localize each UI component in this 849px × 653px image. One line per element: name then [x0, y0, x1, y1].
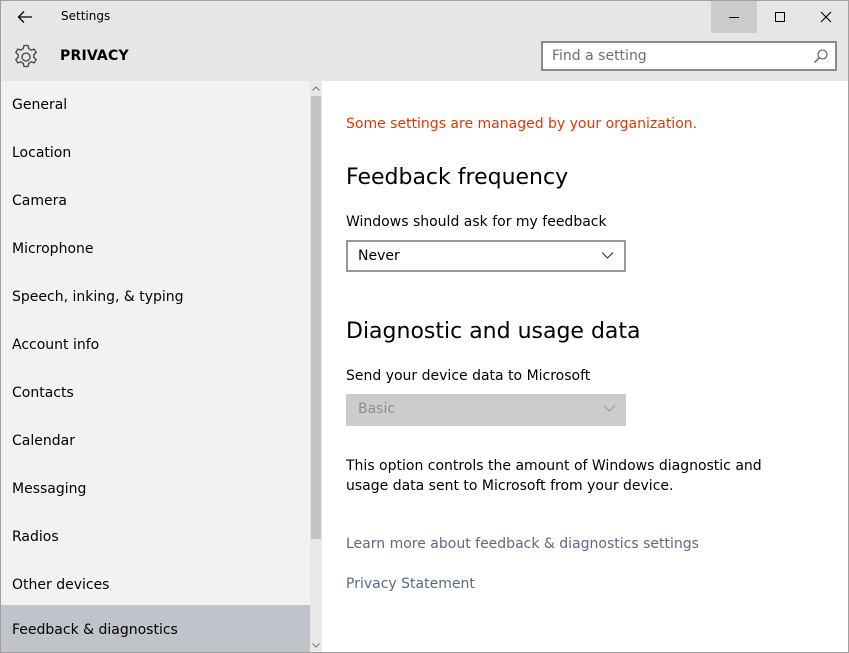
scroll-down-button[interactable]: [310, 640, 322, 650]
maximize-icon: [775, 12, 785, 22]
diagnostic-usage-heading: Diagnostic and usage data: [346, 319, 641, 344]
close-icon: [820, 11, 832, 23]
diagnostics-description: This option controls the amount of Windo…: [346, 458, 762, 494]
chevron-down-icon: [601, 252, 614, 259]
search-icon[interactable]: [813, 48, 829, 64]
sidebar-item-camera[interactable]: Camera: [1, 177, 310, 225]
gear-icon: [14, 44, 38, 68]
feedback-frequency-dropdown[interactable]: Never: [346, 240, 626, 272]
privacy-statement-link[interactable]: Privacy Statement: [346, 576, 475, 592]
chevron-down-icon: [603, 405, 616, 412]
learn-more-link[interactable]: Learn more about feedback & diagnostics …: [346, 536, 699, 552]
sidebar-item-other-devices[interactable]: Other devices: [1, 561, 310, 609]
back-button[interactable]: [9, 3, 41, 31]
sidebar-item-radios[interactable]: Radios: [1, 513, 310, 561]
sidebar: General Location Camera Microphone Speec…: [1, 81, 322, 652]
scroll-up-button[interactable]: [310, 83, 322, 93]
sidebar-item-messaging[interactable]: Messaging: [1, 465, 310, 513]
title-bar: Settings: [1, 1, 848, 33]
window-title: Settings: [61, 9, 111, 23]
maximize-button[interactable]: [757, 1, 803, 33]
managed-notice: Some settings are managed by your organi…: [346, 116, 698, 132]
dropdown-value: Never: [358, 248, 400, 264]
feedback-label: Windows should ask for my feedback: [346, 214, 607, 230]
sidebar-item-general[interactable]: General: [1, 81, 310, 129]
scrollbar-thumb[interactable]: [311, 96, 321, 539]
close-button[interactable]: [803, 1, 848, 33]
main-content: Some settings are managed by your organi…: [322, 81, 848, 652]
sidebar-item-location[interactable]: Location: [1, 129, 310, 177]
minimize-button[interactable]: [711, 1, 757, 33]
dropdown-value: Basic: [358, 401, 396, 417]
sidebar-item-contacts[interactable]: Contacts: [1, 369, 310, 417]
search-input[interactable]: [543, 43, 807, 69]
back-arrow-icon: [17, 11, 32, 23]
settings-window: Settings PRIVACY Find a setting General …: [0, 0, 849, 653]
sidebar-item-account-info[interactable]: Account info: [1, 321, 310, 369]
search-box[interactable]: [541, 41, 837, 71]
sidebar-item-feedback-diagnostics[interactable]: Feedback & diagnostics: [1, 605, 310, 652]
minimize-icon: [729, 17, 739, 18]
sidebar-item-calendar[interactable]: Calendar: [1, 417, 310, 465]
settings-header: PRIVACY: [1, 33, 848, 81]
diagnostics-dropdown: Basic: [346, 394, 626, 426]
sidebar-item-speech[interactable]: Speech, inking, & typing: [1, 273, 310, 321]
chevron-down-icon: [312, 642, 320, 648]
sidebar-scrollbar[interactable]: [310, 81, 322, 652]
chevron-up-icon: [312, 85, 320, 91]
diagnostics-label: Send your device data to Microsoft: [346, 368, 591, 384]
sidebar-item-microphone[interactable]: Microphone: [1, 225, 310, 273]
page-title: PRIVACY: [60, 48, 129, 64]
feedback-frequency-heading: Feedback frequency: [346, 165, 569, 190]
